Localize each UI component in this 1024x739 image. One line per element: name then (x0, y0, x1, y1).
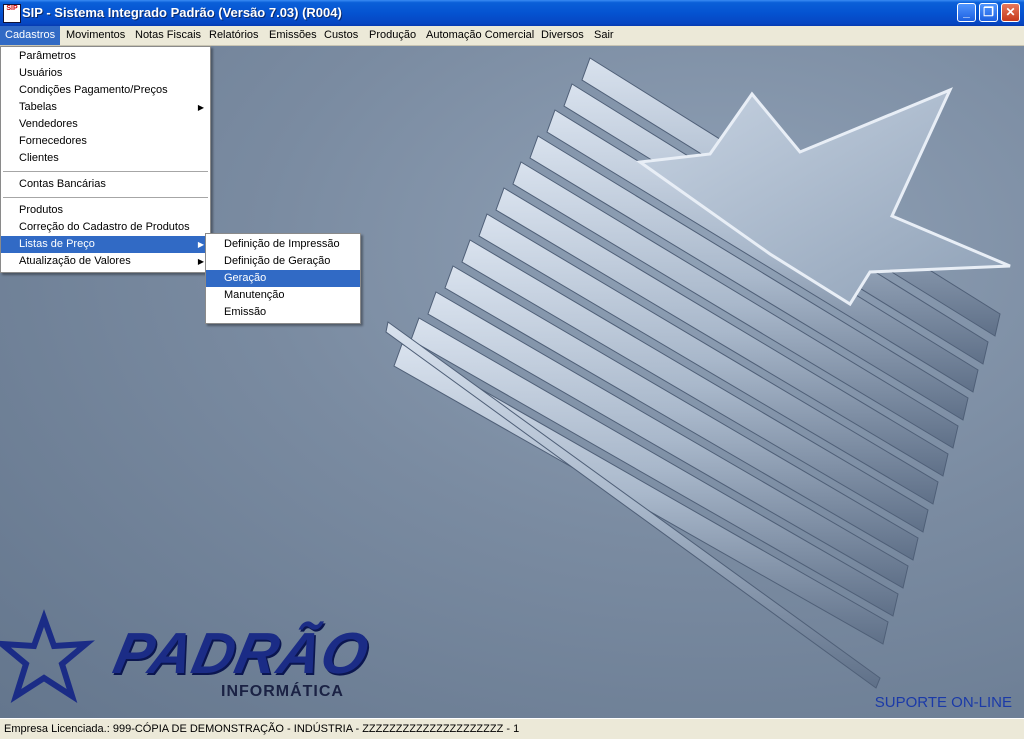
listas-de-preco-submenu: Definição de Impressão Definição de Gera… (205, 233, 361, 324)
company-logo-name: PADRÃO (108, 621, 375, 686)
app-icon[interactable]: SIP (3, 4, 21, 23)
menu-item-label: Usuários (19, 67, 63, 79)
menu-item-label: Produtos (19, 204, 64, 216)
menu-item-label: Fornecedores (19, 135, 87, 147)
menu-item-listas-de-preco[interactable]: Listas de Preço ▶ (1, 236, 210, 253)
cadastros-dropdown: Parâmetros Usuários Condições Pagamento/… (0, 46, 211, 273)
menu-item-label: Parâmetros (19, 50, 76, 62)
status-license-text: Empresa Licenciada.: 999-CÓPIA DE DEMONS… (4, 723, 520, 735)
menu-item-label: Geração (224, 272, 267, 284)
menu-custos[interactable]: Custos (319, 26, 363, 45)
menu-item-atualizacao-valores[interactable]: Atualização de Valores ▶ (1, 253, 210, 270)
menu-item-label: Listas de Preço (19, 238, 95, 250)
logo-star-icon (0, 609, 95, 703)
menu-item-label: Contas Bancárias (19, 178, 106, 190)
menu-item-label: Manutenção (224, 289, 285, 301)
menu-item-label: Definição de Impressão (224, 238, 340, 250)
submenu-item-geracao[interactable]: Geração (206, 270, 360, 287)
minimize-button[interactable]: _ (957, 3, 976, 22)
menu-item-label: Clientes (19, 152, 59, 164)
menu-item-parametros[interactable]: Parâmetros (1, 48, 210, 65)
submenu-item-definicao-geracao[interactable]: Definição de Geração (206, 253, 360, 270)
support-online-link[interactable]: SUPORTE ON-LINE (875, 694, 1012, 711)
menu-relatorios[interactable]: Relatórios (204, 26, 264, 45)
submenu-arrow-icon: ▶ (197, 240, 204, 249)
submenu-arrow-icon: ▶ (197, 257, 204, 266)
menu-item-clientes[interactable]: Clientes (1, 150, 210, 167)
menu-item-fornecedores[interactable]: Fornecedores (1, 133, 210, 150)
submenu-item-manutencao[interactable]: Manutenção (206, 287, 360, 304)
menu-sair[interactable]: Sair (589, 26, 619, 45)
menu-item-tabelas[interactable]: Tabelas ▶ (1, 99, 210, 116)
menu-item-label: Emissão (224, 306, 267, 318)
window-title: SIP - Sistema Integrado Padrão (Versão 7… (22, 5, 342, 20)
maximize-button[interactable]: ❐ (979, 3, 998, 22)
menu-item-correcao-cadastro-produtos[interactable]: Correção do Cadastro de Produtos (1, 219, 210, 236)
menu-notas-fiscais[interactable]: Notas Fiscais (130, 26, 206, 45)
submenu-arrow-icon: ▶ (197, 103, 204, 112)
menu-item-produtos[interactable]: Produtos (1, 202, 210, 219)
menu-item-usuarios[interactable]: Usuários (1, 65, 210, 82)
menu-separator (3, 197, 208, 198)
menu-item-label: Correção do Cadastro de Produtos (19, 221, 190, 233)
menu-item-condicoes-pagamento[interactable]: Condições Pagamento/Preços (1, 82, 210, 99)
menu-item-contas-bancarias[interactable]: Contas Bancárias (1, 176, 210, 193)
submenu-item-definicao-impressao[interactable]: Definição de Impressão (206, 236, 360, 253)
menu-diversos[interactable]: Diversos (536, 26, 589, 45)
company-logo-subtitle: INFORMÁTICA (221, 683, 344, 700)
menu-automacao-comercial[interactable]: Automação Comercial (421, 26, 539, 45)
menu-item-label: Definição de Geração (224, 255, 331, 267)
menu-producao[interactable]: Produção (364, 26, 421, 45)
menu-item-vendedores[interactable]: Vendedores (1, 116, 210, 133)
menu-item-label: Atualização de Valores (19, 255, 131, 267)
menu-cadastros[interactable]: Cadastros (0, 26, 61, 45)
status-bar: Empresa Licenciada.: 999-CÓPIA DE DEMONS… (0, 718, 1024, 739)
menu-bar: Cadastros Movimentos Notas Fiscais Relat… (0, 26, 1024, 46)
menu-movimentos[interactable]: Movimentos (61, 26, 130, 45)
menu-item-label: Condições Pagamento/Preços (19, 84, 168, 96)
menu-item-label: Vendedores (19, 118, 78, 130)
menu-item-label: Tabelas (19, 101, 57, 113)
menu-emissoes[interactable]: Emissões (264, 26, 322, 45)
submenu-item-emissao[interactable]: Emissão (206, 304, 360, 321)
title-bar: SIP SIP - Sistema Integrado Padrão (Vers… (0, 0, 1024, 26)
close-button[interactable]: ✕ (1001, 3, 1020, 22)
menu-separator (3, 171, 208, 172)
